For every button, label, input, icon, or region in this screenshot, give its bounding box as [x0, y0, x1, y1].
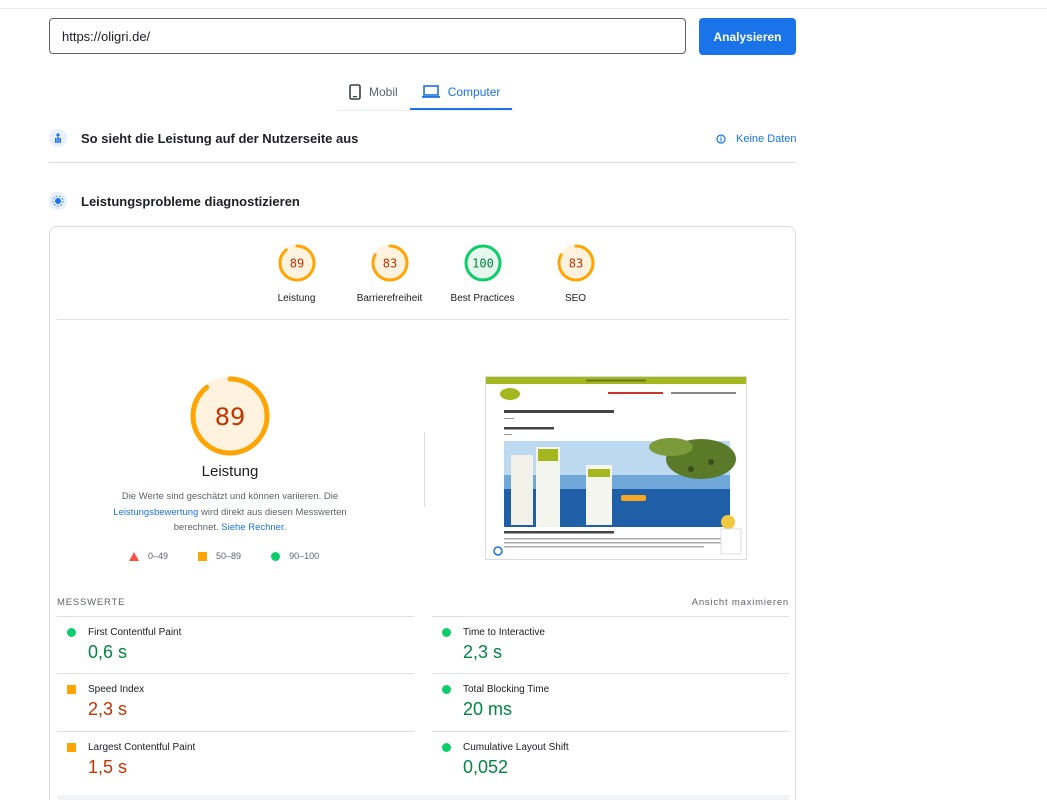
- score-gauges: 89 Leistung 83 Barrierefreiheit 100 Best…: [250, 243, 622, 304]
- legend-label: 0–49: [148, 551, 169, 561]
- legend-label: 90–100: [289, 551, 320, 561]
- pass-indicator-icon: [442, 685, 451, 694]
- legend-pass: 90–100: [271, 551, 319, 561]
- metric-value: 2,3 s: [88, 699, 128, 719]
- performance-title: Leistung: [201, 463, 259, 480]
- laptop-icon: [421, 85, 440, 98]
- score-label: Barrierefreiheit: [356, 293, 423, 304]
- lab-icon: [49, 192, 67, 210]
- analyze-button[interactable]: Analysieren: [699, 18, 796, 55]
- thumbnail-image: [486, 377, 746, 556]
- tab-desktop-label: Computer: [447, 85, 501, 99]
- metric-value: 0,6 s: [88, 642, 128, 662]
- score-gauge-performance[interactable]: 89 Leistung: [250, 243, 343, 304]
- lab-data-section-title: Leistungsprobleme diagnostizieren: [49, 192, 300, 210]
- no-data-info[interactable]: Keine Daten: [716, 133, 797, 145]
- url-input[interactable]: [49, 18, 686, 54]
- metric-name: First Contentful Paint: [88, 627, 182, 638]
- square-icon: [198, 551, 208, 561]
- performance-gauge-large: 89: [189, 375, 271, 462]
- metric-value: 0,052: [463, 757, 509, 777]
- expand-view-toggle[interactable]: Ansicht maximieren: [692, 597, 789, 608]
- score-label: Best Practices: [450, 293, 515, 304]
- info-icon: [716, 134, 726, 144]
- vertical-divider: [424, 432, 425, 507]
- metric-name: Largest Contentful Paint: [88, 742, 196, 753]
- metric-value: 2,3 s: [463, 642, 503, 662]
- tab-mobile-label: Mobil: [369, 85, 398, 99]
- score-value: 83: [568, 257, 582, 271]
- users-icon: [49, 129, 67, 147]
- top-divider: [0, 8, 1047, 9]
- section-divider: [49, 162, 796, 163]
- performance-score-link[interactable]: Leistungsbewertung: [113, 507, 198, 518]
- performance-description: Die Werte sind geschätzt und können vari…: [105, 489, 355, 536]
- metrics-header: MESSWERTE Ansicht maximieren: [57, 597, 789, 608]
- triangle-icon: [129, 551, 139, 561]
- score-label: Leistung: [277, 293, 316, 304]
- tabs-underline: [337, 110, 514, 111]
- legend-fail: 0–49: [129, 551, 168, 561]
- card-divider: [57, 319, 789, 320]
- tab-mobile[interactable]: Mobil: [337, 76, 410, 108]
- metric-name: Time to Interactive: [463, 627, 545, 638]
- score-gauge-accessibility[interactable]: 83 Barrierefreiheit: [343, 243, 436, 304]
- metrics-footer-bar: [57, 795, 789, 800]
- legend-label: 50–89: [216, 551, 242, 561]
- page-screenshot-thumbnail: [485, 376, 747, 560]
- pass-indicator-icon: [442, 628, 451, 637]
- pass-indicator-icon: [442, 743, 451, 752]
- average-indicator-icon: [67, 685, 76, 694]
- phone-icon: [349, 84, 361, 100]
- score-value: 83: [382, 257, 396, 271]
- calculator-link[interactable]: Siehe Rechner.: [221, 522, 286, 533]
- metric-name: Cumulative Layout Shift: [463, 742, 569, 753]
- pass-indicator-icon: [67, 628, 76, 637]
- score-legend: 0–49 50–89 90–100: [129, 551, 349, 561]
- metric-name: Total Blocking Time: [463, 684, 550, 695]
- score-gauge-seo[interactable]: 83 SEO: [529, 243, 622, 304]
- metric-value: 1,5 s: [88, 757, 128, 777]
- metric-value: 20 ms: [463, 699, 513, 719]
- circle-icon: [271, 551, 281, 561]
- score-label: SEO: [564, 293, 587, 304]
- legend-average: 50–89: [198, 551, 241, 561]
- tab-desktop[interactable]: Computer: [409, 76, 513, 110]
- score-value: 89: [289, 257, 303, 271]
- score-value: 100: [472, 257, 494, 271]
- lab-data-title: Leistungsprobleme diagnostizieren: [81, 193, 300, 209]
- score-gauge-best-practices[interactable]: 100 Best Practices: [436, 243, 529, 304]
- performance-score-value: 89: [215, 403, 246, 431]
- field-data-section-title: So sieht die Leistung auf der Nutzerseit…: [49, 129, 358, 147]
- device-tabs: Mobil Computer: [337, 76, 513, 110]
- performance-desc-text: Die Werte sind geschätzt und können vari…: [121, 491, 339, 502]
- average-indicator-icon: [67, 743, 76, 752]
- metric-name: Speed Index: [88, 684, 145, 695]
- no-data-label: Keine Daten: [736, 133, 797, 145]
- metrics-title: MESSWERTE: [57, 597, 126, 608]
- field-data-title: So sieht die Leistung auf der Nutzerseit…: [81, 130, 359, 146]
